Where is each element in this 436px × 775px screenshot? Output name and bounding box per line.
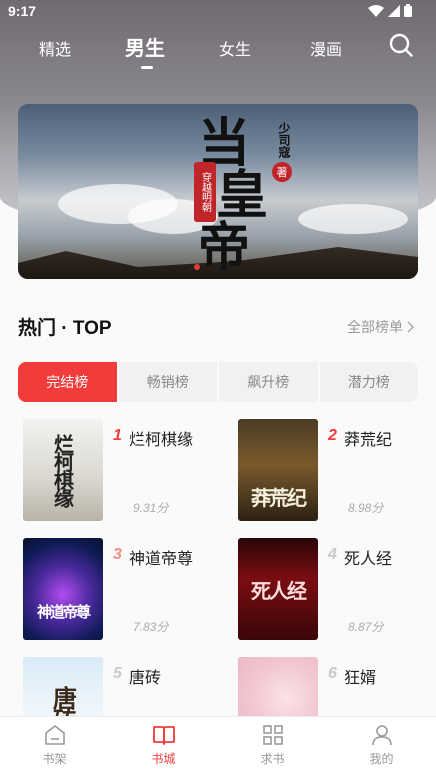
status-icons [368,4,412,17]
nav-request-book-label: 求书 [260,752,285,766]
banner-page-indicator [194,264,200,270]
promo-banner[interactable]: 当 皇 帝 穿越明朝 少司寇 著 [18,104,418,279]
tab-indicator [141,66,153,69]
book-cover: 死人经 [238,538,318,640]
chevron-right-icon [407,321,415,333]
status-time: 9:17 [8,3,37,19]
banner-subtitle: 穿越明朝 [194,162,216,222]
tab-rising[interactable]: 飙升榜 [219,362,318,402]
book-score: 7.83分 [133,620,169,634]
nav-bookstore[interactable]: 书城 [109,717,218,775]
nav-bookshelf[interactable]: 书架 [0,717,109,775]
book-item[interactable]: 烂柯棋缘 1 烂柯棋缘 9.31分 [23,419,223,523]
status-bar: 9:17 [0,0,436,24]
search-button[interactable] [388,32,414,58]
book-rank: 6 [328,665,337,682]
tab-comics[interactable]: 漫画 [310,36,342,60]
bookshelf-icon [44,725,65,745]
tab-female[interactable]: 女生 [219,36,251,60]
tab-completed[interactable]: 完结榜 [18,362,117,402]
book-title: 烂柯棋缘 [129,432,194,449]
tab-bestseller[interactable]: 畅销榜 [118,362,217,402]
book-score: 8.98分 [348,501,384,515]
nav-bookshelf-label: 书架 [42,752,67,766]
book-title: 神道帝尊 [129,551,194,568]
search-icon [389,33,413,57]
book-score: 8.87分 [348,620,384,634]
book-cover-title: 神道帝尊 [36,603,91,621]
banner-author: 少司寇 [277,122,291,158]
book-item[interactable]: 神道帝尊 3 神道帝尊 7.83分 [23,538,223,642]
book-cover: 烂柯棋缘 [23,419,103,521]
book-rank: 5 [113,665,122,682]
wifi-icon [368,4,384,17]
banner-cloud [298,204,408,234]
book-rank: 2 [328,427,337,444]
nav-profile-label: 我的 [369,752,394,766]
book-cover-title: 死人经 [251,578,307,603]
nav-bookstore-label: 书城 [151,752,176,766]
banner-title-char: 帝 [198,217,251,278]
all-rankings-label: 全部榜单 [347,319,403,335]
category-tabs: 精选 男生 女生 漫画 [0,28,436,68]
book-rank: 3 [113,546,122,563]
banner-title-char: 皇 [216,165,269,226]
banner-author-seal: 著 [272,162,292,182]
book-rank: 1 [113,427,122,444]
book-cover-title: 烂柯棋缘 [50,434,75,506]
book-cover: 神道帝尊 [23,538,103,640]
book-open-icon [152,726,175,745]
book-cover: 莽荒纪 [238,419,318,521]
book-score: 9.31分 [133,501,169,515]
book-cover-title: 莽荒纪 [251,486,307,510]
tab-male[interactable]: 男生 [125,32,165,61]
battery-icon [404,4,412,17]
all-rankings-link[interactable]: 全部榜单 [347,317,415,337]
signal-icon [388,4,400,17]
section-title: 热门 · TOP [18,318,112,339]
book-title: 狂婿 [344,670,377,687]
book-title: 唐砖 [129,670,162,687]
book-rank: 4 [328,546,337,563]
nav-request-book[interactable]: 求书 [218,717,327,775]
grid-icon [262,725,283,745]
bottom-navigation: 书架 书城 求书 我的 [0,716,436,775]
book-title: 死人经 [344,551,393,568]
book-item[interactable]: 死人经 4 死人经 8.87分 [238,538,436,642]
tab-potential[interactable]: 潜力榜 [319,362,418,402]
user-icon [371,725,392,746]
book-title: 莽荒纪 [344,432,393,449]
tab-featured[interactable]: 精选 [39,36,71,60]
book-item[interactable]: 莽荒纪 2 莽荒纪 8.98分 [238,419,436,523]
nav-profile[interactable]: 我的 [327,717,436,775]
ranking-tabs: 完结榜 畅销榜 飙升榜 潜力榜 [18,362,418,402]
